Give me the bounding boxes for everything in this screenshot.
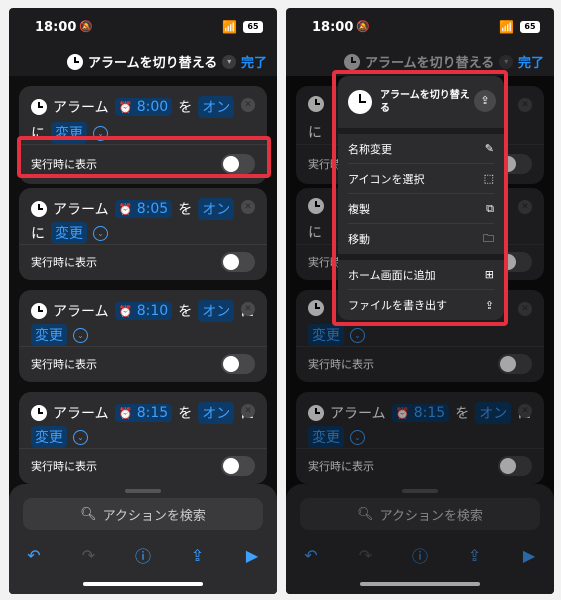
wifi-icon: 📶: [222, 20, 237, 34]
clock-icon: [31, 303, 47, 319]
clock-icon: [31, 201, 47, 217]
left-screenshot: 18:00 🔕 📶 65 アラームを切り替える ▾ 完了 アラーム ⏰ 8:00…: [9, 8, 277, 594]
divider: [19, 244, 267, 245]
undo-icon[interactable]: ↶: [23, 546, 45, 565]
status-bar: 18:00 🔕 📶 65: [9, 8, 277, 44]
clock-icon: [31, 99, 47, 115]
particle-text: を: [178, 406, 193, 422]
operation-token[interactable]: 変更: [51, 222, 87, 244]
action-label: アラーム: [53, 100, 109, 116]
done-button[interactable]: 完了: [518, 52, 544, 71]
action-card[interactable]: アラーム ⏰ 8:15 を オン に ✕ 変更 ⌄ 実行時に表示: [19, 392, 267, 484]
show-when-run-label: 実行時に表示: [31, 256, 97, 269]
operation-token[interactable]: 変更: [31, 426, 67, 448]
play-icon[interactable]: ▶: [241, 546, 263, 565]
particle-text: を: [178, 304, 193, 320]
redo-icon[interactable]: ↷: [78, 546, 100, 565]
action-label: アラーム: [53, 202, 109, 218]
particle-text: に: [31, 226, 45, 242]
search-icon: 🔍︎: [80, 506, 97, 522]
silent-bell-icon: 🔕: [79, 20, 93, 33]
operation-token[interactable]: 変更: [31, 324, 67, 346]
particle-text: を: [178, 100, 193, 116]
share-icon[interactable]: ⇪: [187, 546, 209, 565]
state-token[interactable]: オン: [198, 198, 235, 220]
sheet-grabber[interactable]: [125, 489, 161, 493]
shortcut-title: アラームを切り替える: [365, 56, 495, 71]
status-time: 18:00: [35, 20, 77, 35]
remove-action-icon[interactable]: ✕: [241, 200, 255, 214]
clock-icon: [67, 53, 83, 70]
shortcut-title-button[interactable]: アラームを切り替える ▾: [67, 52, 237, 71]
remove-action-icon[interactable]: ✕: [241, 404, 255, 418]
right-screenshot: 18:00 🔕 📶 65 アラームを切り替える ▾ 完了 ✕ に 実行時に表示 …: [286, 8, 554, 594]
action-label: アラーム: [53, 304, 109, 320]
show-when-run-toggle[interactable]: [221, 354, 255, 374]
editor-toolbar: ↶ ↷ ⓘ ⇪ ▶: [23, 543, 263, 567]
show-when-run-toggle[interactable]: [221, 456, 255, 476]
alarm-token[interactable]: ⏰ 8:00: [114, 98, 173, 116]
shortcut-title-button[interactable]: アラームを切り替える ▾: [344, 52, 514, 71]
action-label: アラーム: [53, 406, 109, 422]
state-token[interactable]: オン: [198, 402, 235, 424]
status-bar: 18:00 🔕 📶 65: [286, 8, 554, 44]
divider: [19, 346, 267, 347]
clock-icon: [31, 405, 47, 421]
done-button[interactable]: 完了: [241, 52, 267, 71]
battery-icon: 65: [520, 21, 540, 33]
silent-bell-icon: 🔕: [356, 20, 370, 33]
particle-text: を: [178, 202, 193, 218]
chevron-down-icon: ▾: [499, 54, 514, 69]
expand-chevron-icon[interactable]: ⌄: [73, 327, 88, 343]
remove-action-icon[interactable]: ✕: [241, 98, 255, 112]
divider: [19, 448, 267, 449]
show-when-run-row: 実行時に表示: [31, 450, 255, 482]
alarm-token[interactable]: ⏰ 8:05: [114, 200, 173, 218]
expand-chevron-icon[interactable]: ⌄: [73, 429, 88, 445]
show-when-run-row: 実行時に表示: [31, 348, 255, 380]
alarm-token[interactable]: ⏰ 8:15: [114, 404, 173, 422]
action-card[interactable]: アラーム ⏰ 8:10 を オン に ✕ 変更 ⌄ 実行時に表示: [19, 290, 267, 382]
expand-chevron-icon[interactable]: ⌄: [93, 225, 108, 241]
action-sheet: 🔍︎ アクションを検索 ↶ ↷ ⓘ ⇪ ▶: [9, 484, 277, 594]
search-placeholder: アクションを検索: [102, 508, 206, 524]
nav-bar: アラームを切り替える ▾ 完了: [9, 46, 277, 76]
alarm-token[interactable]: ⏰ 8:10: [114, 302, 173, 320]
state-token[interactable]: オン: [198, 96, 235, 118]
home-indicator: [83, 582, 203, 586]
shortcut-title: アラームを切り替える: [88, 56, 218, 71]
info-icon[interactable]: ⓘ: [132, 543, 154, 567]
battery-icon: 65: [243, 21, 263, 33]
status-time: 18:00: [312, 20, 354, 35]
highlight-box: [17, 136, 271, 178]
wifi-icon: 📶: [499, 20, 514, 34]
show-when-run-toggle[interactable]: [221, 252, 255, 272]
action-card[interactable]: アラーム ⏰ 8:05 を オン ✕ に 変更 ⌄ 実行時に表示: [19, 188, 267, 280]
remove-action-icon[interactable]: ✕: [241, 302, 255, 316]
chevron-down-icon: ▾: [222, 54, 237, 69]
clock-icon: [344, 53, 360, 70]
search-field[interactable]: 🔍︎ アクションを検索: [23, 498, 263, 530]
state-token[interactable]: オン: [198, 300, 235, 322]
show-when-run-row: 実行時に表示: [31, 246, 255, 278]
highlight-box: [332, 70, 508, 326]
show-when-run-label: 実行時に表示: [31, 358, 97, 371]
show-when-run-label: 実行時に表示: [31, 460, 97, 473]
